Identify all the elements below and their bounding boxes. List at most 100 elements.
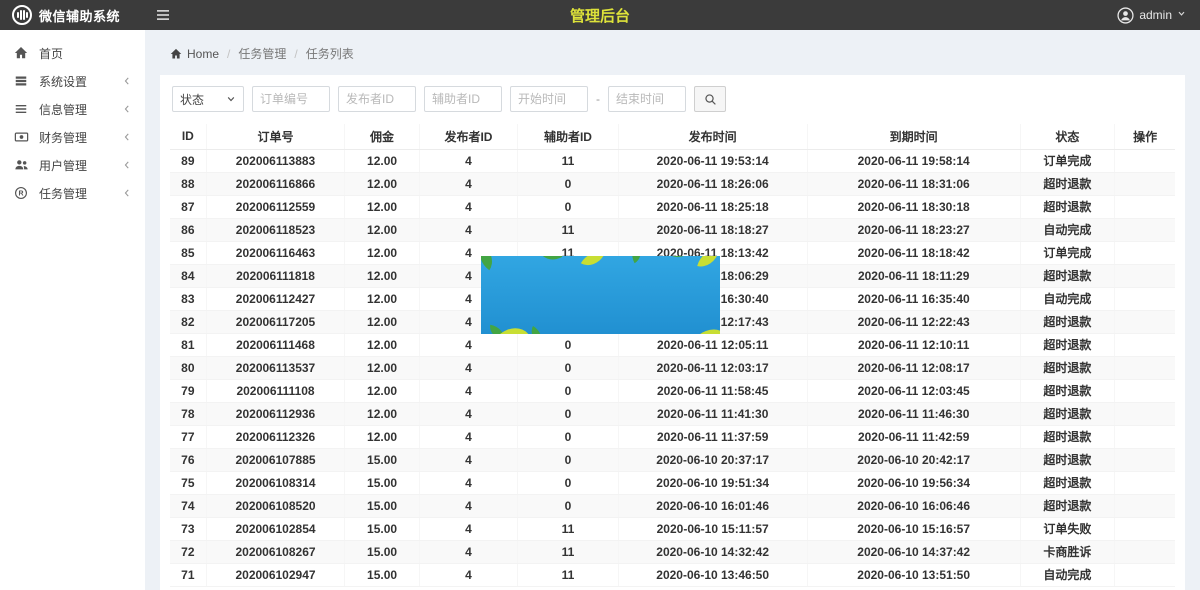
table-cell: 74 <box>170 494 206 517</box>
table-cell: 202006111108 <box>206 379 345 402</box>
breadcrumb-separator: / <box>294 47 297 61</box>
sidebar-item-label: 任务管理 <box>39 185 122 202</box>
table-cell: 0 <box>518 494 619 517</box>
table-cell <box>1115 310 1175 333</box>
table-cell: 12.00 <box>345 287 419 310</box>
task-table-wrapper: ID订单号佣金发布者ID辅助者ID发布时间到期时间状态操作 8920200611… <box>170 124 1175 587</box>
sidebar-item-task-management[interactable]: R 任务管理 <box>0 179 145 207</box>
table-cell: 4 <box>419 540 517 563</box>
censor-overlay <box>481 256 720 334</box>
search-icon <box>704 93 717 106</box>
table-cell: 2020-06-11 12:08:17 <box>807 356 1020 379</box>
users-icon <box>14 158 30 172</box>
table-cell: 4 <box>419 494 517 517</box>
table-cell: 4 <box>419 448 517 471</box>
table-cell: 订单完成 <box>1020 241 1114 264</box>
column-header: 到期时间 <box>807 124 1020 149</box>
publisher-id-input[interactable] <box>338 86 416 112</box>
leaf-icon <box>541 256 563 265</box>
table-cell: 202006111468 <box>206 333 345 356</box>
table-cell: 2020-06-11 12:05:11 <box>618 333 807 356</box>
table-row: 8020200611353712.00402020-06-11 12:03:17… <box>170 356 1175 379</box>
sidebar-item-system-settings[interactable]: 系统设置 <box>0 67 145 95</box>
table-cell: 2020-06-11 19:53:14 <box>618 149 807 172</box>
table-cell: 自动完成 <box>1020 287 1114 310</box>
table-row: 7620200610788515.00402020-06-10 20:37:17… <box>170 448 1175 471</box>
table-cell: 80 <box>170 356 206 379</box>
table-cell: 4 <box>419 402 517 425</box>
filter-bar: 状态 - <box>170 84 1175 124</box>
assistant-id-input[interactable] <box>424 86 502 112</box>
table-cell <box>1115 494 1175 517</box>
table-cell: 202006113537 <box>206 356 345 379</box>
table-cell: 12.00 <box>345 218 419 241</box>
table-cell: 2020-06-11 18:18:42 <box>807 241 1020 264</box>
breadcrumb-task-management[interactable]: 任务管理 <box>238 45 286 62</box>
table-cell: 0 <box>518 425 619 448</box>
hamburger-menu-icon[interactable] <box>156 9 170 21</box>
username: admin <box>1139 8 1172 22</box>
table-cell: 12.00 <box>345 402 419 425</box>
table-cell: 2020-06-10 15:16:57 <box>807 517 1020 540</box>
table-cell: 12.00 <box>345 425 419 448</box>
table-cell: 15.00 <box>345 540 419 563</box>
table-cell: 12.00 <box>345 241 419 264</box>
sidebar: 首页系统设置信息管理财务管理用户管理 R 任务管理 <box>0 30 145 590</box>
table-cell: 4 <box>419 471 517 494</box>
table-cell <box>1115 517 1175 540</box>
sidebar-item-finance-management[interactable]: 财务管理 <box>0 123 145 151</box>
breadcrumb: Home / 任务管理 / 任务列表 <box>145 30 1200 62</box>
table-cell: 4 <box>419 172 517 195</box>
sidebar-item-user-management[interactable]: 用户管理 <box>0 151 145 179</box>
start-time-input[interactable] <box>510 86 588 112</box>
table-cell: 15.00 <box>345 563 419 586</box>
registered-icon: R <box>14 186 30 200</box>
search-button[interactable] <box>694 86 726 112</box>
table-cell <box>1115 195 1175 218</box>
table-row: 7320200610285415.004112020-06-10 15:11:5… <box>170 517 1175 540</box>
table-cell <box>1115 264 1175 287</box>
table-cell: 2020-06-10 20:37:17 <box>618 448 807 471</box>
breadcrumb-home-label: Home <box>187 47 219 61</box>
page-title: 管理后台 <box>0 5 1200 26</box>
table-cell: 2020-06-11 18:23:27 <box>807 218 1020 241</box>
table-cell <box>1115 356 1175 379</box>
chevron-left-icon <box>122 160 132 170</box>
table-cell: 88 <box>170 172 206 195</box>
order-no-input[interactable] <box>252 86 330 112</box>
brand[interactable]: 微信辅助系统 <box>0 5 142 25</box>
table-cell: 2020-06-11 18:25:18 <box>618 195 807 218</box>
table-cell <box>1115 333 1175 356</box>
status-select[interactable]: 状态 <box>172 86 244 112</box>
table-row: 7720200611232612.00402020-06-11 11:37:59… <box>170 425 1175 448</box>
sidebar-item-info-management[interactable]: 信息管理 <box>0 95 145 123</box>
table-cell: 4 <box>419 218 517 241</box>
table-cell: 2020-06-10 13:51:50 <box>807 563 1020 586</box>
user-menu[interactable]: admin <box>1117 7 1200 24</box>
breadcrumb-home[interactable]: Home <box>170 47 219 61</box>
table-cell: 75 <box>170 471 206 494</box>
table-cell: 2020-06-11 11:58:45 <box>618 379 807 402</box>
sidebar-item-home[interactable]: 首页 <box>0 39 145 67</box>
table-cell: 2020-06-11 16:35:40 <box>807 287 1020 310</box>
table-cell: 77 <box>170 425 206 448</box>
table-cell: 超时退款 <box>1020 264 1114 287</box>
table-cell: 86 <box>170 218 206 241</box>
table-cell: 2020-06-11 18:30:18 <box>807 195 1020 218</box>
table-cell: 71 <box>170 563 206 586</box>
table-cell: 0 <box>518 471 619 494</box>
table-cell <box>1115 425 1175 448</box>
table-row: 8820200611686612.00402020-06-11 18:26:06… <box>170 172 1175 195</box>
leaf-icon <box>481 256 499 270</box>
column-header: 佣金 <box>345 124 419 149</box>
table-row: 7520200610831415.00402020-06-10 19:51:34… <box>170 471 1175 494</box>
chevron-left-icon <box>122 188 132 198</box>
table-cell: 4 <box>419 379 517 402</box>
sidebar-item-label: 信息管理 <box>39 101 122 118</box>
status-select-value: 状态 <box>180 91 204 108</box>
table-cell: 4 <box>419 425 517 448</box>
end-time-input[interactable] <box>608 86 686 112</box>
table-row: 7820200611293612.00402020-06-11 11:41:30… <box>170 402 1175 425</box>
table-cell: 2020-06-11 12:10:11 <box>807 333 1020 356</box>
table-cell <box>1115 287 1175 310</box>
